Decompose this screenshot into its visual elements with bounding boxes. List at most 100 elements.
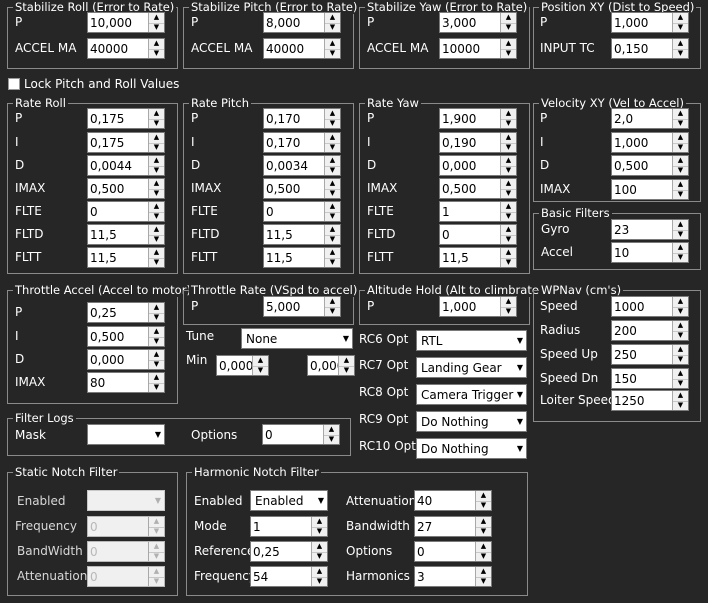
vel-xy-input[interactable]: 0,500 ▲ ▼ bbox=[611, 155, 689, 176]
wpnav-input[interactable]: 1000 ▲ ▼ bbox=[611, 296, 689, 317]
rate-pitch-input[interactable]: 11,5 ▲ ▼ bbox=[263, 224, 341, 245]
vel-xy-label: P bbox=[540, 111, 548, 125]
pos-xy-tc-input[interactable]: 0,150 ▲ ▼ bbox=[611, 38, 689, 59]
alt-hold-p-input[interactable]: 1,000 ▲ ▼ bbox=[439, 296, 517, 317]
harmonic-right-input[interactable]: 27 ▲ ▼ bbox=[414, 516, 492, 537]
rate-pitch-input[interactable]: 0,0034 ▲ ▼ bbox=[263, 155, 341, 176]
spin-down-icon: ▼ bbox=[677, 189, 684, 198]
static-notch-input[interactable]: 0 ▲ ▼ bbox=[87, 516, 165, 537]
rate-pitch-input[interactable]: 0,170 ▲ ▼ bbox=[263, 132, 341, 153]
spin-down-icon: ▼ bbox=[153, 336, 160, 345]
rc9-opt-dropdown[interactable]: Do Nothing ▼ bbox=[416, 411, 527, 432]
wpnav-label: Speed bbox=[540, 299, 578, 313]
rate-roll-input[interactable]: 0,500 ▲ ▼ bbox=[87, 178, 165, 199]
harmonic-right-input[interactable]: 0 ▲ ▼ bbox=[414, 541, 492, 562]
thr-accel-input[interactable]: 0,000 ▲ ▼ bbox=[87, 349, 165, 370]
rate-yaw-input[interactable]: 11,5 ▲ ▼ bbox=[439, 247, 517, 268]
static-notch-label: Attenuation bbox=[17, 569, 88, 583]
accel-filter-input[interactable]: 10 ▲ ▼ bbox=[611, 242, 689, 263]
rate-yaw-input[interactable]: 0 ▲ ▼ bbox=[439, 224, 517, 245]
spin-down-icon: ▼ bbox=[329, 165, 336, 174]
vel-xy-label: IMAX bbox=[540, 182, 571, 196]
spin-down-icon: ▼ bbox=[677, 142, 684, 151]
rc10-opt-dropdown[interactable]: Do Nothing ▼ bbox=[416, 438, 527, 459]
tune-min-input[interactable]: 0,000 ▲ ▼ bbox=[216, 355, 269, 376]
harmonic-left-input[interactable]: 0,25 ▲ ▼ bbox=[250, 541, 328, 562]
rate-pitch-input[interactable]: 0,170 ▲ ▼ bbox=[263, 108, 341, 129]
static-notch-input[interactable]: 0 ▲ ▼ bbox=[87, 566, 165, 587]
rate-yaw-input[interactable]: 0,190 ▲ ▼ bbox=[439, 132, 517, 153]
tune-max-input[interactable]: 0,000 ▲ ▼ bbox=[307, 355, 355, 376]
thr-accel-label: P bbox=[15, 305, 23, 319]
rate-pitch-label: P bbox=[191, 111, 199, 125]
rate-roll-input[interactable]: 0,175 ▲ ▼ bbox=[87, 132, 165, 153]
accel-label: Accel bbox=[541, 245, 573, 259]
vel-xy-input[interactable]: 1,000 ▲ ▼ bbox=[611, 132, 689, 153]
harmonic-left-input[interactable]: 1 ▲ ▼ bbox=[250, 516, 328, 537]
spin-down-icon: ▼ bbox=[677, 400, 684, 409]
gyro-filter-input[interactable]: 23 ▲ ▼ bbox=[611, 219, 689, 240]
tune-dropdown[interactable]: None ▼ bbox=[241, 328, 353, 349]
spin-down-icon: ▼ bbox=[153, 312, 160, 321]
spin-down-icon: ▼ bbox=[257, 365, 264, 374]
stab-roll-accel-input[interactable]: 40000 ▲ ▼ bbox=[87, 38, 165, 59]
wpnav-input[interactable]: 200 ▲ ▼ bbox=[611, 320, 689, 341]
wpnav-input[interactable]: 150 ▲ ▼ bbox=[611, 368, 689, 389]
rate-roll-input[interactable]: 0 ▲ ▼ bbox=[87, 201, 165, 222]
harmonic-right-input[interactable]: 40 ▲ ▼ bbox=[414, 490, 492, 511]
rate-roll-label: FLTE bbox=[15, 204, 42, 218]
thr-accel-input[interactable]: 0,25 ▲ ▼ bbox=[87, 302, 165, 323]
options-label: Options bbox=[191, 428, 238, 442]
lock-pitch-roll-checkbox[interactable] bbox=[8, 78, 20, 90]
stab-pitch-accel-input[interactable]: 40000 ▲ ▼ bbox=[263, 38, 341, 59]
rc6-opt-dropdown[interactable]: RTL ▼ bbox=[416, 330, 527, 351]
static-enabled-dropdown[interactable]: ▼ bbox=[87, 490, 165, 511]
stab-yaw-accel-input[interactable]: 10000 ▲ ▼ bbox=[439, 38, 517, 59]
spin-down-icon: ▼ bbox=[677, 229, 684, 238]
rate-yaw-input[interactable]: 1 ▲ ▼ bbox=[439, 201, 517, 222]
rate-pitch-input[interactable]: 0,500 ▲ ▼ bbox=[263, 178, 341, 199]
stab-pitch-p-input[interactable]: 8,000 ▲ ▼ bbox=[263, 12, 341, 33]
spin-down-icon: ▼ bbox=[329, 48, 336, 57]
lock-pitch-roll-label: Lock Pitch and Roll Values bbox=[24, 77, 180, 91]
wpnav-input[interactable]: 1250 ▲ ▼ bbox=[611, 390, 689, 411]
static-notch-input[interactable]: 0 ▲ ▼ bbox=[87, 541, 165, 562]
harmonic-enabled-label: Enabled bbox=[194, 494, 243, 508]
rc7-opt-dropdown[interactable]: Landing Gear ▼ bbox=[416, 357, 527, 378]
pos-xy-p-input[interactable]: 1,000 ▲ ▼ bbox=[611, 12, 689, 33]
rate-roll-input[interactable]: 0,175 ▲ ▼ bbox=[87, 108, 165, 129]
rc8-opt-label: RC8 Opt bbox=[359, 385, 409, 399]
stab-yaw-p-input[interactable]: 3,000 ▲ ▼ bbox=[439, 12, 517, 33]
vel-xy-input[interactable]: 100 ▲ ▼ bbox=[611, 179, 689, 200]
harmonic-right-input[interactable]: 3 ▲ ▼ bbox=[414, 566, 492, 587]
harmonic-left-input[interactable]: 54 ▲ ▼ bbox=[250, 566, 328, 587]
rate-yaw-input[interactable]: 0,000 ▲ ▼ bbox=[439, 155, 517, 176]
mask-dropdown[interactable]: ▼ bbox=[87, 424, 165, 445]
rate-yaw-input[interactable]: 0,500 ▲ ▼ bbox=[439, 178, 517, 199]
stab-roll-accel-label: ACCEL MA bbox=[15, 41, 77, 55]
wpnav-input[interactable]: 250 ▲ ▼ bbox=[611, 344, 689, 365]
group-title: Rate Yaw bbox=[365, 96, 421, 110]
group-title: Static Notch Filter bbox=[13, 465, 120, 479]
rc8-opt-dropdown[interactable]: Camera Trigger ▼ bbox=[416, 384, 527, 405]
thr-rate-p-input[interactable]: 5,000 ▲ ▼ bbox=[263, 296, 341, 317]
static-notch-label: Frequency bbox=[15, 519, 77, 533]
stab-roll-p-input[interactable]: 10,000 ▲ ▼ bbox=[87, 12, 165, 33]
thr-accel-input[interactable]: 80 ▲ ▼ bbox=[87, 372, 165, 393]
filter-logs-options-input[interactable]: 0 ▲ ▼ bbox=[262, 424, 340, 445]
rate-pitch-label: I bbox=[191, 135, 195, 149]
harmonic-enabled-dropdown[interactable]: Enabled ▼ bbox=[250, 490, 328, 511]
harmonic-left-label: Mode bbox=[194, 519, 227, 533]
wpnav-label: Speed Up bbox=[540, 347, 598, 361]
spin-down-icon: ▼ bbox=[153, 257, 160, 266]
vel-xy-input[interactable]: 2,0 ▲ ▼ bbox=[611, 108, 689, 129]
rate-pitch-input[interactable]: 0 ▲ ▼ bbox=[263, 201, 341, 222]
thr-accel-input[interactable]: 0,500 ▲ ▼ bbox=[87, 326, 165, 347]
rate-roll-input[interactable]: 11,5 ▲ ▼ bbox=[87, 247, 165, 268]
rate-pitch-input[interactable]: 11,5 ▲ ▼ bbox=[263, 247, 341, 268]
wpnav-label: Radius bbox=[540, 323, 581, 337]
rate-yaw-input[interactable]: 1,900 ▲ ▼ bbox=[439, 108, 517, 129]
spin-down-icon: ▼ bbox=[505, 188, 512, 197]
rate-roll-input[interactable]: 11,5 ▲ ▼ bbox=[87, 224, 165, 245]
rate-roll-input[interactable]: 0,0044 ▲ ▼ bbox=[87, 155, 165, 176]
